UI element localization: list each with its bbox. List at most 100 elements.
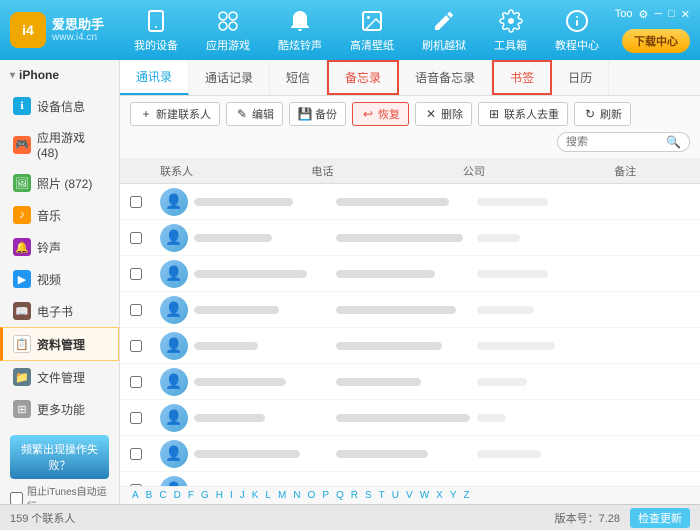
alpha-F[interactable]: F <box>186 490 196 501</box>
edit-button[interactable]: ✎ 编辑 <box>226 102 283 126</box>
alpha-D[interactable]: D <box>172 490 183 501</box>
tab-memo[interactable]: 备忘录 <box>327 60 399 95</box>
alpha-N[interactable]: N <box>291 490 302 501</box>
nav-tab-ringtones-label: 酷炫铃声 <box>278 37 322 53</box>
delete-button[interactable]: ✕ 删除 <box>415 102 472 126</box>
alpha-T[interactable]: T <box>377 490 387 501</box>
contact-company <box>477 342 619 350</box>
main-area: iPhone ℹ 设备信息 🎮 应用游戏 (48) 🖼 照片 (872) ♪ 音… <box>0 60 700 504</box>
row-checkbox[interactable] <box>130 232 160 244</box>
new-contact-button[interactable]: + 新建联系人 <box>130 102 220 126</box>
alpha-V[interactable]: V <box>404 490 415 501</box>
table-row[interactable]: 👤 <box>120 292 700 328</box>
alpha-G[interactable]: G <box>199 490 211 501</box>
sidebar-item-music[interactable]: ♪ 音乐 <box>0 199 119 231</box>
alpha-X[interactable]: X <box>434 490 445 501</box>
alpha-K[interactable]: K <box>250 490 261 501</box>
itunes-checkbox-input[interactable] <box>10 492 23 505</box>
nav-tab-tutorial[interactable]: 教程中心 <box>541 0 613 60</box>
alpha-C[interactable]: C <box>157 490 168 501</box>
nav-tab-tools[interactable]: 工具箱 <box>480 0 541 60</box>
sidebar-item-ebook[interactable]: 📖 电子书 <box>0 295 119 327</box>
refresh-button[interactable]: ↻ 刷新 <box>574 102 631 126</box>
toolbar: + 新建联系人 ✎ 编辑 💾 备份 ↩ 恢复 ✕ 删除 <box>120 96 700 159</box>
sidebar-item-video[interactable]: ▶ 视频 <box>0 263 119 295</box>
contact-avatar: 👤 <box>160 404 188 432</box>
alpha-L[interactable]: L <box>263 490 273 501</box>
table-row[interactable]: 👤 <box>120 220 700 256</box>
alpha-J[interactable]: J <box>238 490 247 501</box>
contact-company <box>477 198 619 206</box>
tab-calendar[interactable]: 日历 <box>552 60 609 95</box>
update-button[interactable]: 检查更新 <box>630 508 690 528</box>
tab-bookmarks[interactable]: 书签 <box>492 60 552 95</box>
nav-tab-ringtones[interactable]: 酷炫铃声 <box>264 0 336 60</box>
row-checkbox[interactable] <box>130 196 160 208</box>
alpha-M[interactable]: M <box>276 490 288 501</box>
backup-button[interactable]: 💾 备份 <box>289 102 346 126</box>
alpha-H[interactable]: H <box>214 490 225 501</box>
alpha-B[interactable]: B <box>144 490 155 501</box>
maximize-icon[interactable]: □ <box>668 8 675 20</box>
alpha-U[interactable]: U <box>390 490 401 501</box>
checkbox-input[interactable] <box>130 376 142 388</box>
table-row[interactable]: 👤 <box>120 328 700 364</box>
wallpaper-icon <box>358 7 386 35</box>
checkbox-input[interactable] <box>130 448 142 460</box>
tab-call-log[interactable]: 通话记录 <box>189 60 270 95</box>
alpha-W[interactable]: W <box>418 490 431 501</box>
row-checkbox[interactable] <box>130 304 160 316</box>
tab-voice-memo[interactable]: 语音备忘录 <box>399 60 492 95</box>
alpha-Y[interactable]: Y <box>448 490 459 501</box>
row-checkbox[interactable] <box>130 412 160 424</box>
sidebar-item-device-info[interactable]: ℹ 设备信息 <box>0 90 119 122</box>
search-input[interactable] <box>566 136 666 148</box>
contact-list: 👤 👤 👤 <box>120 184 700 486</box>
table-row[interactable]: 👤 <box>120 436 700 472</box>
sidebar-item-apps[interactable]: 🎮 应用游戏 (48) <box>0 122 119 167</box>
row-checkbox[interactable] <box>130 448 160 460</box>
row-checkbox[interactable] <box>130 340 160 352</box>
alpha-Q[interactable]: Q <box>334 490 346 501</box>
download-center-button[interactable]: 下载中心 <box>622 29 690 53</box>
sidebar-item-file-manage[interactable]: 📁 文件管理 <box>0 361 119 393</box>
tab-contacts[interactable]: 通讯录 <box>120 60 189 95</box>
checkbox-input[interactable] <box>130 268 142 280</box>
checkbox-input[interactable] <box>130 304 142 316</box>
row-checkbox[interactable] <box>130 376 160 388</box>
sidebar-item-more[interactable]: ⊞ 更多功能 <box>0 393 119 425</box>
sidebar-item-data-manage[interactable]: 📋 资料管理 <box>0 327 119 361</box>
nav-tab-apps[interactable]: 应用游戏 <box>192 0 264 60</box>
row-checkbox[interactable] <box>130 268 160 280</box>
restore-button[interactable]: ↩ 恢复 <box>352 102 409 126</box>
dedup-button[interactable]: ⊞ 联系人去重 <box>478 102 568 126</box>
minimize-icon[interactable]: ─ <box>654 8 662 20</box>
alpha-Z[interactable]: Z <box>461 490 471 501</box>
table-row[interactable]: 👤 <box>120 256 700 292</box>
help-button[interactable]: 频繁出现操作失败？ <box>10 435 109 479</box>
nav-tab-wallpaper[interactable]: 高清壁纸 <box>336 0 408 60</box>
checkbox-input[interactable] <box>130 232 142 244</box>
tab-sms[interactable]: 短信 <box>270 60 327 95</box>
table-row[interactable]: 👤 <box>120 472 700 486</box>
sidebar-item-ringtone[interactable]: 🔔 铃声 <box>0 231 119 263</box>
sidebar-item-photos[interactable]: 🖼 照片 (872) <box>0 167 119 199</box>
checkbox-input[interactable] <box>130 412 142 424</box>
alpha-P[interactable]: P <box>320 490 331 501</box>
close-icon[interactable]: ✕ <box>681 8 690 21</box>
table-row[interactable]: 👤 <box>120 400 700 436</box>
tab-sms-label: 短信 <box>286 69 310 86</box>
settings-icon[interactable]: ⚙ <box>638 8 648 21</box>
nav-tab-jailbreak[interactable]: 刷机越狱 <box>408 0 480 60</box>
alpha-S[interactable]: S <box>363 490 374 501</box>
alpha-O[interactable]: O <box>306 490 318 501</box>
table-row[interactable]: 👤 <box>120 364 700 400</box>
nav-tab-device[interactable]: 我的设备 <box>120 0 192 60</box>
checkbox-input[interactable] <box>130 196 142 208</box>
table-row[interactable]: 👤 <box>120 184 700 220</box>
checkbox-input[interactable] <box>130 340 142 352</box>
alpha-R[interactable]: R <box>349 490 360 501</box>
contact-name <box>194 414 336 422</box>
alpha-A[interactable]: A <box>130 490 141 501</box>
alpha-I[interactable]: I <box>228 490 235 501</box>
